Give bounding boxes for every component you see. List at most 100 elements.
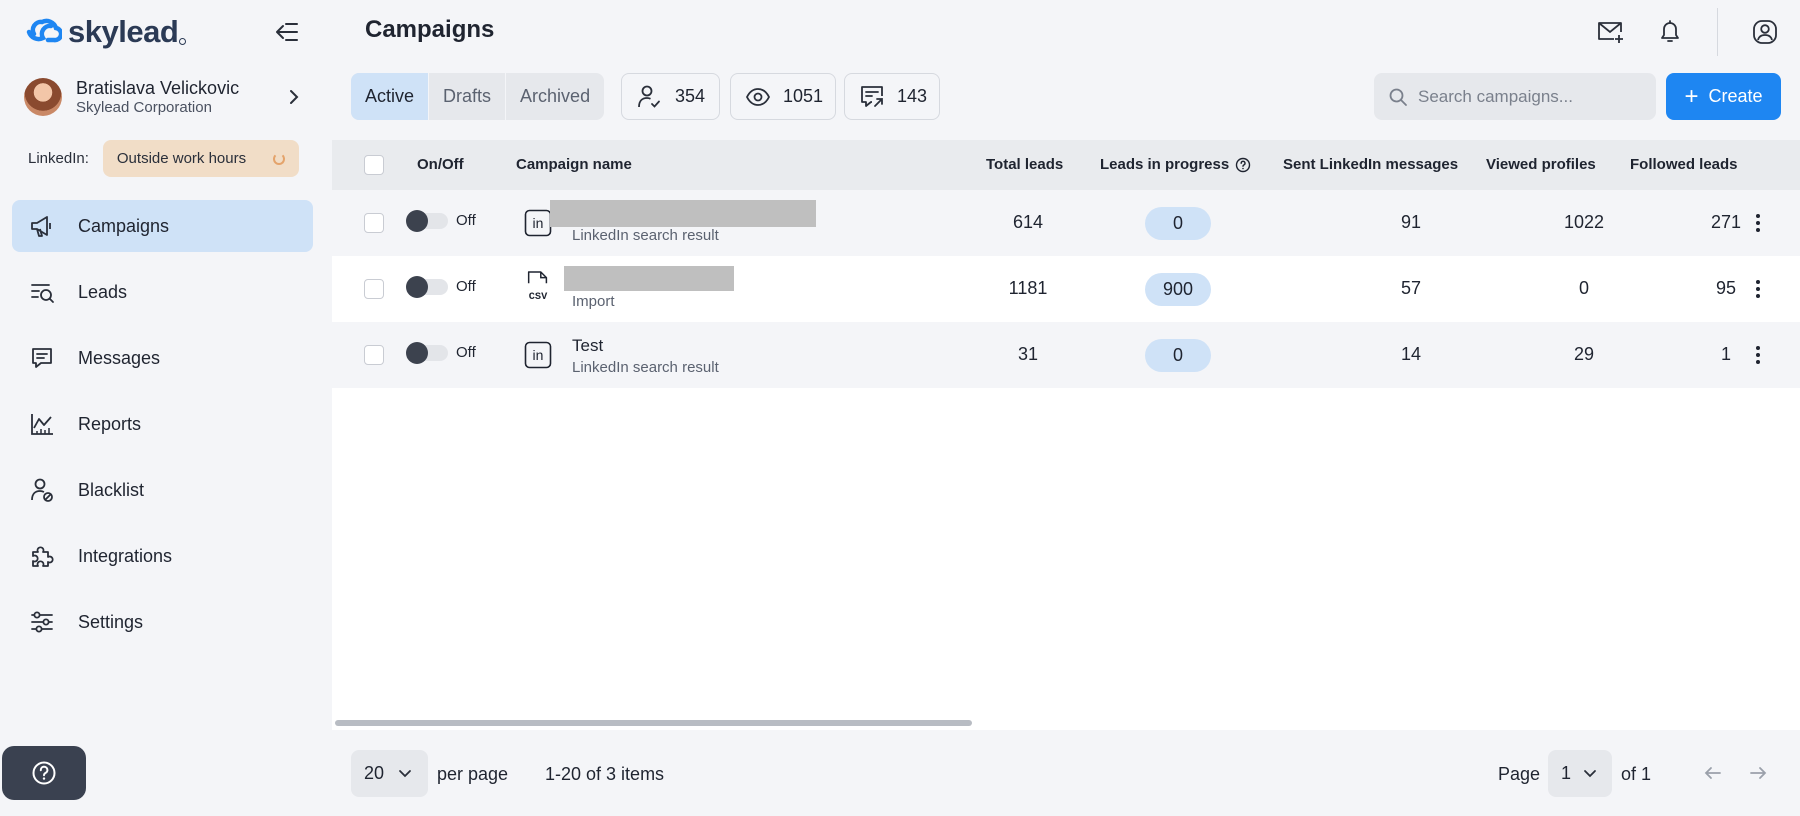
- sidebar-item-label: Integrations: [78, 545, 173, 566]
- chevron-down-icon: [1583, 769, 1597, 779]
- next-page-button[interactable]: [1745, 760, 1771, 786]
- plus-icon: +: [1684, 82, 1699, 110]
- row-checkbox[interactable]: [364, 279, 384, 299]
- campaign-name-redacted[interactable]: [550, 200, 816, 227]
- svg-text:in: in: [533, 347, 544, 363]
- logo[interactable]: skylead: [24, 14, 187, 50]
- row-menu-button[interactable]: [1746, 342, 1770, 368]
- page-label: Page: [1498, 764, 1541, 784]
- column-followed-leads[interactable]: Followed leads: [1630, 156, 1738, 173]
- messages-stat[interactable]: 143: [844, 73, 940, 120]
- account-button[interactable]: [1748, 15, 1782, 49]
- sidebar-item-label: Blacklist: [78, 479, 145, 500]
- column-leads-in-progress[interactable]: Leads in progress: [1100, 156, 1251, 173]
- viewed-profiles-value: 29: [1573, 344, 1595, 364]
- help-circle-icon[interactable]: [1235, 157, 1251, 173]
- items-count: 1-20 of 3 items: [545, 764, 665, 784]
- row-menu-button[interactable]: [1746, 276, 1770, 302]
- table-row[interactable]: Off in LinkedIn search result 614 0 91 1…: [332, 190, 1800, 256]
- table-row[interactable]: Off in Test LinkedIn search result 31 0 …: [332, 322, 1800, 388]
- previous-page-button[interactable]: [1700, 760, 1726, 786]
- tab-active[interactable]: Active: [351, 73, 430, 120]
- chevron-right-icon: [284, 87, 304, 107]
- sent-messages-value: 14: [1400, 344, 1422, 364]
- logo-text: skylead: [68, 14, 179, 49]
- total-leads-value: 31: [1017, 344, 1039, 364]
- sidebar-item-integrations[interactable]: Integrations: [12, 530, 313, 582]
- message-reply-icon: [859, 83, 885, 111]
- leads-in-progress-badge: 900: [1145, 273, 1211, 306]
- linkedin-status-badge: Outside work hours: [102, 140, 299, 177]
- sidebar-item-label: Settings: [78, 611, 144, 632]
- column-campaign-name[interactable]: Campaign name: [516, 156, 632, 173]
- search-box: [1374, 73, 1656, 120]
- page-total: of 1: [1621, 764, 1652, 784]
- puzzle-icon: [28, 542, 56, 570]
- column-viewed-profiles[interactable]: Viewed profiles: [1486, 156, 1596, 173]
- pagination-bar: 20 per page 1-20 of 3 items Page 1 of 1: [332, 730, 1800, 816]
- page-value: 1: [1561, 763, 1572, 783]
- row-menu-button[interactable]: [1746, 210, 1770, 236]
- eye-icon: [745, 83, 771, 111]
- leads-stat[interactable]: 354: [621, 73, 720, 120]
- horizontal-scrollbar[interactable]: [335, 720, 972, 726]
- svg-text:CSV: CSV: [529, 291, 548, 303]
- campaign-toggle[interactable]: Off: [406, 275, 476, 298]
- user-block-icon: [28, 476, 56, 504]
- sidebar-item-campaigns[interactable]: Campaigns: [12, 200, 313, 252]
- toggle-label: Off: [456, 344, 476, 361]
- sidebar-item-reports[interactable]: Reports: [12, 398, 313, 450]
- create-campaign-button[interactable]: + Create: [1666, 73, 1781, 120]
- mail-plus-icon: [1598, 22, 1623, 43]
- sliders-icon: [28, 608, 56, 636]
- user-company: Skylead Corporation: [76, 99, 212, 116]
- per-page-select[interactable]: 20: [351, 750, 428, 797]
- campaign-name[interactable]: Test: [572, 336, 603, 356]
- search-icon: [1389, 88, 1407, 106]
- per-page-label: per page: [437, 764, 509, 784]
- sidebar-item-settings[interactable]: Settings: [12, 596, 313, 648]
- sidebar: skylead Bratislava Velickovic Skylead Co…: [0, 0, 332, 816]
- viewed-profiles-value: 1022: [1563, 212, 1605, 232]
- row-checkbox[interactable]: [364, 213, 384, 233]
- column-sent-messages[interactable]: Sent LinkedIn messages: [1283, 156, 1458, 173]
- search-input[interactable]: [1418, 86, 1638, 107]
- collapse-sidebar-button[interactable]: [272, 18, 302, 46]
- create-label: Create: [1708, 86, 1763, 106]
- table-header: On/Off Campaign name Total leads Leads i…: [332, 140, 1800, 190]
- user-name: Bratislava Velickovic: [76, 78, 240, 98]
- select-all-checkbox[interactable]: [364, 155, 384, 175]
- campaign-toggle[interactable]: Off: [406, 341, 476, 364]
- sidebar-item-label: Messages: [78, 347, 161, 368]
- campaign-toggle[interactable]: Off: [406, 209, 476, 232]
- loading-spinner-icon: [272, 152, 285, 165]
- help-button[interactable]: [2, 746, 86, 800]
- csv-file-icon: CSV: [524, 271, 552, 303]
- column-leads-in-progress-label: Leads in progress: [1100, 156, 1230, 173]
- leads-search-icon: [28, 278, 56, 306]
- bell-icon: [1661, 20, 1679, 42]
- page-select[interactable]: 1: [1548, 750, 1612, 797]
- tab-archived[interactable]: Archived: [506, 73, 604, 120]
- sidebar-item-leads[interactable]: Leads: [12, 266, 313, 318]
- total-leads-value: 614: [1012, 212, 1044, 232]
- table-row[interactable]: Off CSV Import 1181 900 57 0 95: [332, 256, 1800, 322]
- linkedin-icon: in: [524, 341, 552, 369]
- notifications-button[interactable]: [1653, 15, 1687, 49]
- views-stat[interactable]: 1051: [730, 73, 836, 120]
- tab-drafts[interactable]: Drafts: [429, 73, 507, 120]
- sidebar-item-label: Leads: [78, 281, 128, 302]
- campaigns-table: On/Off Campaign name Total leads Leads i…: [332, 140, 1800, 730]
- row-checkbox[interactable]: [364, 345, 384, 365]
- column-total-leads[interactable]: Total leads: [986, 156, 1063, 173]
- campaign-name-redacted[interactable]: [564, 266, 734, 291]
- campaign-source: Import: [572, 293, 615, 310]
- new-message-button[interactable]: [1593, 15, 1627, 49]
- leads-stat-value: 354: [674, 86, 705, 106]
- header-divider: [1717, 8, 1718, 56]
- more-vertical-icon: [1756, 280, 1760, 298]
- sidebar-item-blacklist[interactable]: Blacklist: [12, 464, 313, 516]
- sent-messages-value: 57: [1400, 278, 1422, 298]
- user-profile[interactable]: Bratislava Velickovic Skylead Corporatio…: [24, 76, 304, 118]
- sidebar-item-messages[interactable]: Messages: [12, 332, 313, 384]
